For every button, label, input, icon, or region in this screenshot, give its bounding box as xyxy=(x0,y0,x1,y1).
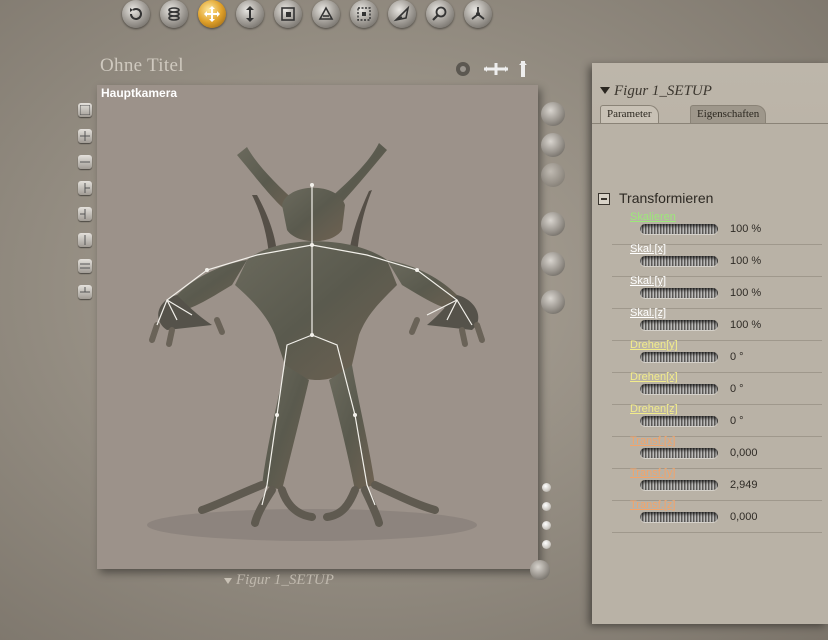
collapse-arrow-icon[interactable] xyxy=(600,87,610,94)
trackball-icon[interactable] xyxy=(454,60,472,78)
param-dial[interactable] xyxy=(640,320,718,330)
param-row: Transf.[y] 2,949 xyxy=(612,467,822,501)
chain-break-icon[interactable] xyxy=(350,0,378,28)
param-value[interactable]: 100 % xyxy=(730,255,761,267)
translate-updown-icon[interactable] xyxy=(236,0,264,28)
param-dial[interactable] xyxy=(640,288,718,298)
view-split-h-icon[interactable] xyxy=(78,155,92,169)
view-quad-icon[interactable] xyxy=(78,129,92,143)
tab-parameter[interactable]: Parameter xyxy=(600,105,659,123)
3d-viewport[interactable]: Hauptkamera xyxy=(97,85,538,569)
direct-manipulation-icon[interactable] xyxy=(464,0,492,28)
param-row: Drehen[x] 0 ° xyxy=(612,371,822,405)
camera-face-icon[interactable] xyxy=(541,102,565,126)
taper-icon[interactable] xyxy=(312,0,340,28)
param-label: Skal.[z] xyxy=(630,307,667,319)
collapse-icon[interactable] xyxy=(598,193,610,205)
magnify-icon[interactable] xyxy=(426,0,454,28)
render-option-dot-1[interactable] xyxy=(542,483,551,492)
camera-sphere-icon[interactable] xyxy=(541,163,565,187)
param-value[interactable]: 0 ° xyxy=(730,351,744,363)
rotate-icon[interactable] xyxy=(122,0,150,28)
view-single-icon[interactable] xyxy=(78,103,92,117)
param-row: Skal.[z] 100 % xyxy=(612,307,822,341)
move-xy-icon[interactable] xyxy=(517,60,529,78)
figure-selector-label: Figur 1_SETUP xyxy=(236,572,334,588)
render-option-dot-3[interactable] xyxy=(542,521,551,530)
param-value[interactable]: 2,949 xyxy=(730,479,758,491)
dropdown-arrow-icon xyxy=(224,577,232,584)
param-row: Drehen[z] 0 ° xyxy=(612,403,822,437)
param-value[interactable]: 0,000 xyxy=(730,447,758,459)
param-label: Skal.[x] xyxy=(630,243,667,255)
light-ball-1-icon[interactable] xyxy=(541,212,565,236)
param-row: Drehen[y] 0 ° xyxy=(612,339,822,373)
param-row: Transf.[x] 0,000 xyxy=(612,435,822,469)
move-xz-icon[interactable] xyxy=(482,60,510,78)
param-dial[interactable] xyxy=(640,224,718,234)
color-icon[interactable] xyxy=(388,0,416,28)
param-label: Skalieren xyxy=(630,211,676,223)
figure-selector[interactable]: Figur 1_SETUP xyxy=(224,572,334,589)
param-label: Skal.[y] xyxy=(630,275,667,287)
light-ball-2-icon[interactable] xyxy=(541,252,565,276)
view-three-icon[interactable] xyxy=(78,181,92,195)
param-value[interactable]: 0,000 xyxy=(730,511,758,523)
move-icon[interactable] xyxy=(198,0,226,28)
view-stack-icon[interactable] xyxy=(78,259,92,273)
param-label: Drehen[x] xyxy=(630,371,678,383)
param-value[interactable]: 0 ° xyxy=(730,415,744,427)
param-dial[interactable] xyxy=(640,512,718,522)
param-label: Drehen[y] xyxy=(630,339,678,351)
top-toolbar xyxy=(0,0,828,30)
param-dial[interactable] xyxy=(640,384,718,394)
view-split-v-icon[interactable] xyxy=(78,233,92,247)
view-three-b-icon[interactable] xyxy=(78,207,92,221)
param-dial[interactable] xyxy=(640,480,718,490)
parameter-panel: Figur 1_SETUP Parameter Eigenschaften Tr… xyxy=(592,63,828,624)
param-label: Drehen[z] xyxy=(630,403,678,415)
document-title: Ohne Titel xyxy=(100,55,184,76)
param-value[interactable]: 100 % xyxy=(730,223,761,235)
camera-cube-icon[interactable] xyxy=(541,133,565,157)
param-value[interactable]: 0 ° xyxy=(730,383,744,395)
light-ball-3-icon[interactable] xyxy=(541,290,565,314)
param-value[interactable]: 100 % xyxy=(730,319,761,331)
param-row: Transf.[z] 0,000 xyxy=(612,499,822,533)
param-row: Skal.[y] 100 % xyxy=(612,275,822,309)
figure-render xyxy=(147,143,485,541)
param-label: Transf.[z] xyxy=(630,499,676,511)
param-dial[interactable] xyxy=(640,448,718,458)
view-rows-icon[interactable] xyxy=(78,285,92,299)
twist-icon[interactable] xyxy=(160,0,188,28)
param-dial[interactable] xyxy=(640,256,718,266)
param-dial[interactable] xyxy=(640,352,718,362)
render-option-dot-4[interactable] xyxy=(542,540,551,549)
param-row: Skal.[x] 100 % xyxy=(612,243,822,277)
scale-icon[interactable] xyxy=(274,0,302,28)
param-row: Skalieren 100 % xyxy=(612,211,822,245)
param-label: Transf.[x] xyxy=(630,435,676,447)
param-label: Transf.[y] xyxy=(630,467,676,479)
render-option-dot-2[interactable] xyxy=(542,502,551,511)
param-value[interactable]: 100 % xyxy=(730,287,761,299)
settings-ball-icon[interactable] xyxy=(530,560,550,580)
panel-title[interactable]: Figur 1_SETUP xyxy=(614,83,712,100)
param-dial[interactable] xyxy=(640,416,718,426)
panel-body: Transformieren Skalieren 100 % Skal.[x] … xyxy=(592,123,828,624)
section-label: Transformieren xyxy=(619,190,714,206)
tab-eigenschaften[interactable]: Eigenschaften xyxy=(690,105,767,123)
